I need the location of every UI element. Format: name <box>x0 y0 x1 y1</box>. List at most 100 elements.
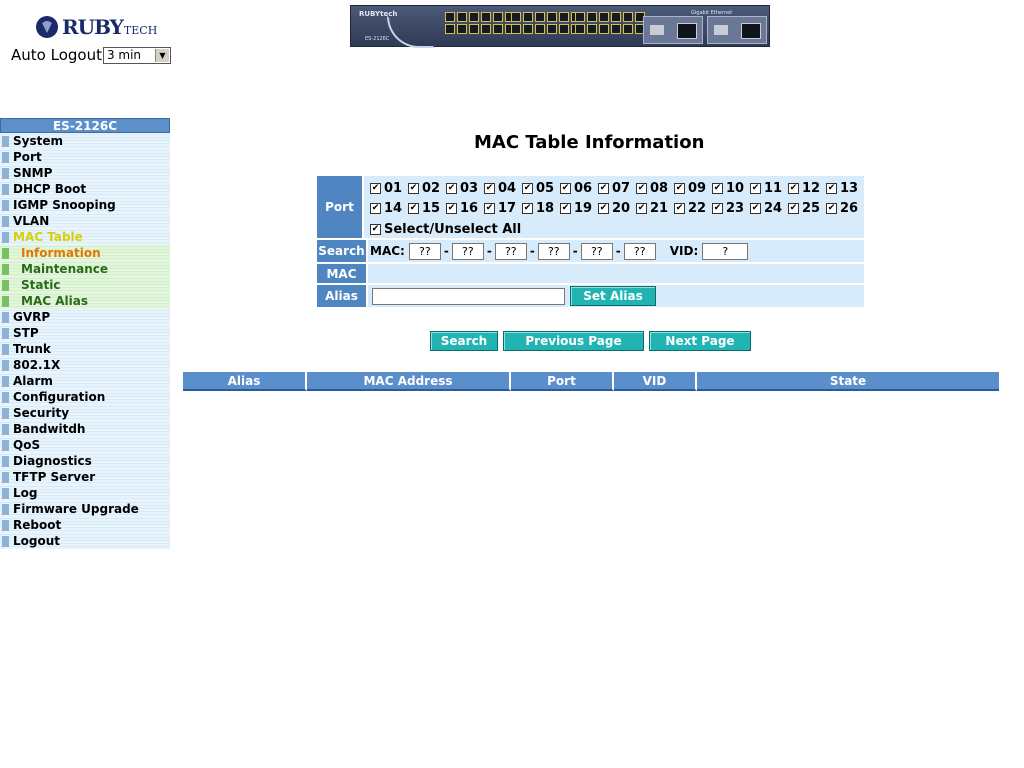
port-17-option[interactable]: ✔ 17 <box>484 201 522 216</box>
mac-octet-1[interactable]: ?? <box>408 242 441 260</box>
port-01-checkbox[interactable]: ✔ <box>370 182 381 194</box>
port-24-checkbox[interactable]: ✔ <box>750 202 761 214</box>
port-05-option[interactable]: ✔ 05 <box>522 181 560 196</box>
port-04-option[interactable]: ✔ 04 <box>484 181 522 196</box>
port-19-checkbox[interactable]: ✔ <box>560 202 571 214</box>
sidebar-item-diagnostics[interactable]: Diagnostics <box>0 453 170 469</box>
sidebar-item-configuration[interactable]: Configuration <box>0 389 170 405</box>
mac-octet-6[interactable]: ?? <box>623 242 656 260</box>
mac-octet-5[interactable]: ?? <box>580 242 613 260</box>
port-26-checkbox[interactable]: ✔ <box>826 202 837 214</box>
port-05-checkbox[interactable]: ✔ <box>522 182 533 194</box>
next-page-button[interactable]: Next Page <box>649 331 751 351</box>
sidebar-item-maintenance[interactable]: Maintenance <box>0 261 170 277</box>
port-20-checkbox[interactable]: ✔ <box>598 202 609 214</box>
port-13-option[interactable]: ✔ 13 <box>826 181 864 196</box>
port-24-option[interactable]: ✔ 24 <box>750 201 788 216</box>
port-10-checkbox[interactable]: ✔ <box>712 182 723 194</box>
port-06-checkbox[interactable]: ✔ <box>560 182 571 194</box>
mac-octet-2[interactable]: ?? <box>451 242 484 260</box>
port-06-label: 06 <box>574 180 593 196</box>
set-alias-button[interactable]: Set Alias <box>570 286 656 306</box>
alias-row: Set Alias <box>367 284 865 308</box>
port-25-option[interactable]: ✔ 25 <box>788 201 826 216</box>
port-15-checkbox[interactable]: ✔ <box>408 202 419 214</box>
port-03-checkbox[interactable]: ✔ <box>446 182 457 194</box>
sidebar-item-system[interactable]: System <box>0 133 170 149</box>
port-17-checkbox[interactable]: ✔ <box>484 202 495 214</box>
sidebar-item-mac-table[interactable]: MAC Table <box>0 229 170 245</box>
port-19-option[interactable]: ✔ 19 <box>560 201 598 216</box>
sidebar-item-static[interactable]: Static <box>0 277 170 293</box>
port-01-option[interactable]: ✔ 01 <box>370 181 408 196</box>
sidebar-item-bandwitdh[interactable]: Bandwitdh <box>0 421 170 437</box>
sidebar-item-trunk[interactable]: Trunk <box>0 341 170 357</box>
port-20-option[interactable]: ✔ 20 <box>598 201 636 216</box>
sidebar-item-information[interactable]: Information <box>0 245 170 261</box>
mac-octet-4[interactable]: ?? <box>537 242 570 260</box>
sidebar-item-logout[interactable]: Logout <box>0 533 170 549</box>
port-06-option[interactable]: ✔ 06 <box>560 181 598 196</box>
alias-input[interactable] <box>372 287 565 305</box>
port-09-option[interactable]: ✔ 09 <box>674 181 712 196</box>
port-09-checkbox[interactable]: ✔ <box>674 182 685 194</box>
port-23-option[interactable]: ✔ 23 <box>712 201 750 216</box>
sidebar-item-igmp-snooping[interactable]: IGMP Snooping <box>0 197 170 213</box>
port-14-checkbox[interactable]: ✔ <box>370 202 381 214</box>
port-02-option[interactable]: ✔ 02 <box>408 181 446 196</box>
sidebar-item-802-1x[interactable]: 802.1X <box>0 357 170 373</box>
sidebar-item-log[interactable]: Log <box>0 485 170 501</box>
port-16-checkbox[interactable]: ✔ <box>446 202 457 214</box>
port-02-checkbox[interactable]: ✔ <box>408 182 419 194</box>
port-15-option[interactable]: ✔ 15 <box>408 201 446 216</box>
sidebar-item-stp[interactable]: STP <box>0 325 170 341</box>
port-18-checkbox[interactable]: ✔ <box>522 202 533 214</box>
sidebar-item-tftp-server[interactable]: TFTP Server <box>0 469 170 485</box>
port-08-option[interactable]: ✔ 08 <box>636 181 674 196</box>
port-08-checkbox[interactable]: ✔ <box>636 182 647 194</box>
port-10-option[interactable]: ✔ 10 <box>712 181 750 196</box>
port-26-option[interactable]: ✔ 26 <box>826 201 864 216</box>
port-25-checkbox[interactable]: ✔ <box>788 202 799 214</box>
sidebar-item-port[interactable]: Port <box>0 149 170 165</box>
sidebar-item-qos[interactable]: QoS <box>0 437 170 453</box>
vid-field[interactable]: ? <box>702 242 749 260</box>
port-04-checkbox[interactable]: ✔ <box>484 182 495 194</box>
port-13-checkbox[interactable]: ✔ <box>826 182 837 194</box>
port-18-option[interactable]: ✔ 18 <box>522 201 560 216</box>
sidebar-item-alarm[interactable]: Alarm <box>0 373 170 389</box>
port-09-label: 09 <box>688 180 707 196</box>
sidebar-item-snmp[interactable]: SNMP <box>0 165 170 181</box>
port-11-checkbox[interactable]: ✔ <box>750 182 761 194</box>
mac-query-form: Port ✔ 01 ✔ 02 ✔ 03 ✔ 04 ✔ 05 ✔ 06 ✔ 07 ✔ 08 ✔ 09 ✔ 10 ✔ 11 ✔ 1… <box>316 175 865 308</box>
port-group-1 <box>445 12 515 34</box>
port-03-option[interactable]: ✔ 03 <box>446 181 484 196</box>
sidebar-item-mac-alias[interactable]: MAC Alias <box>0 293 170 309</box>
port-22-option[interactable]: ✔ 22 <box>674 201 712 216</box>
previous-page-button[interactable]: Previous Page <box>503 331 644 351</box>
chevron-down-icon[interactable]: ▼ <box>154 48 169 62</box>
select-all-checkbox[interactable]: ✔ <box>370 223 381 235</box>
port-16-option[interactable]: ✔ 16 <box>446 201 484 216</box>
sidebar-item-security[interactable]: Security <box>0 405 170 421</box>
sidebar-item-vlan[interactable]: VLAN <box>0 213 170 229</box>
port-14-option[interactable]: ✔ 14 <box>370 201 408 216</box>
auto-logout-select[interactable]: 3 min ▼ <box>102 46 171 64</box>
port-19-label: 19 <box>574 200 593 216</box>
port-07-checkbox[interactable]: ✔ <box>598 182 609 194</box>
port-11-option[interactable]: ✔ 11 <box>750 181 788 196</box>
port-row-1: ✔ 01 ✔ 02 ✔ 03 ✔ 04 ✔ 05 ✔ 06 ✔ 07 ✔ 08 ✔ 09 ✔ 10 ✔ 11 ✔ 12 ✔ 13 <box>370 178 864 198</box>
port-07-option[interactable]: ✔ 07 <box>598 181 636 196</box>
search-button[interactable]: Search <box>430 331 498 351</box>
sidebar-item-firmware-upgrade[interactable]: Firmware Upgrade <box>0 501 170 517</box>
port-21-checkbox[interactable]: ✔ <box>636 202 647 214</box>
sidebar-item-gvrp[interactable]: GVRP <box>0 309 170 325</box>
sidebar-item-dhcp-boot[interactable]: DHCP Boot <box>0 181 170 197</box>
port-23-checkbox[interactable]: ✔ <box>712 202 723 214</box>
mac-octet-3[interactable]: ?? <box>494 242 527 260</box>
sidebar-item-reboot[interactable]: Reboot <box>0 517 170 533</box>
port-12-checkbox[interactable]: ✔ <box>788 182 799 194</box>
port-22-checkbox[interactable]: ✔ <box>674 202 685 214</box>
port-21-option[interactable]: ✔ 21 <box>636 201 674 216</box>
port-12-option[interactable]: ✔ 12 <box>788 181 826 196</box>
